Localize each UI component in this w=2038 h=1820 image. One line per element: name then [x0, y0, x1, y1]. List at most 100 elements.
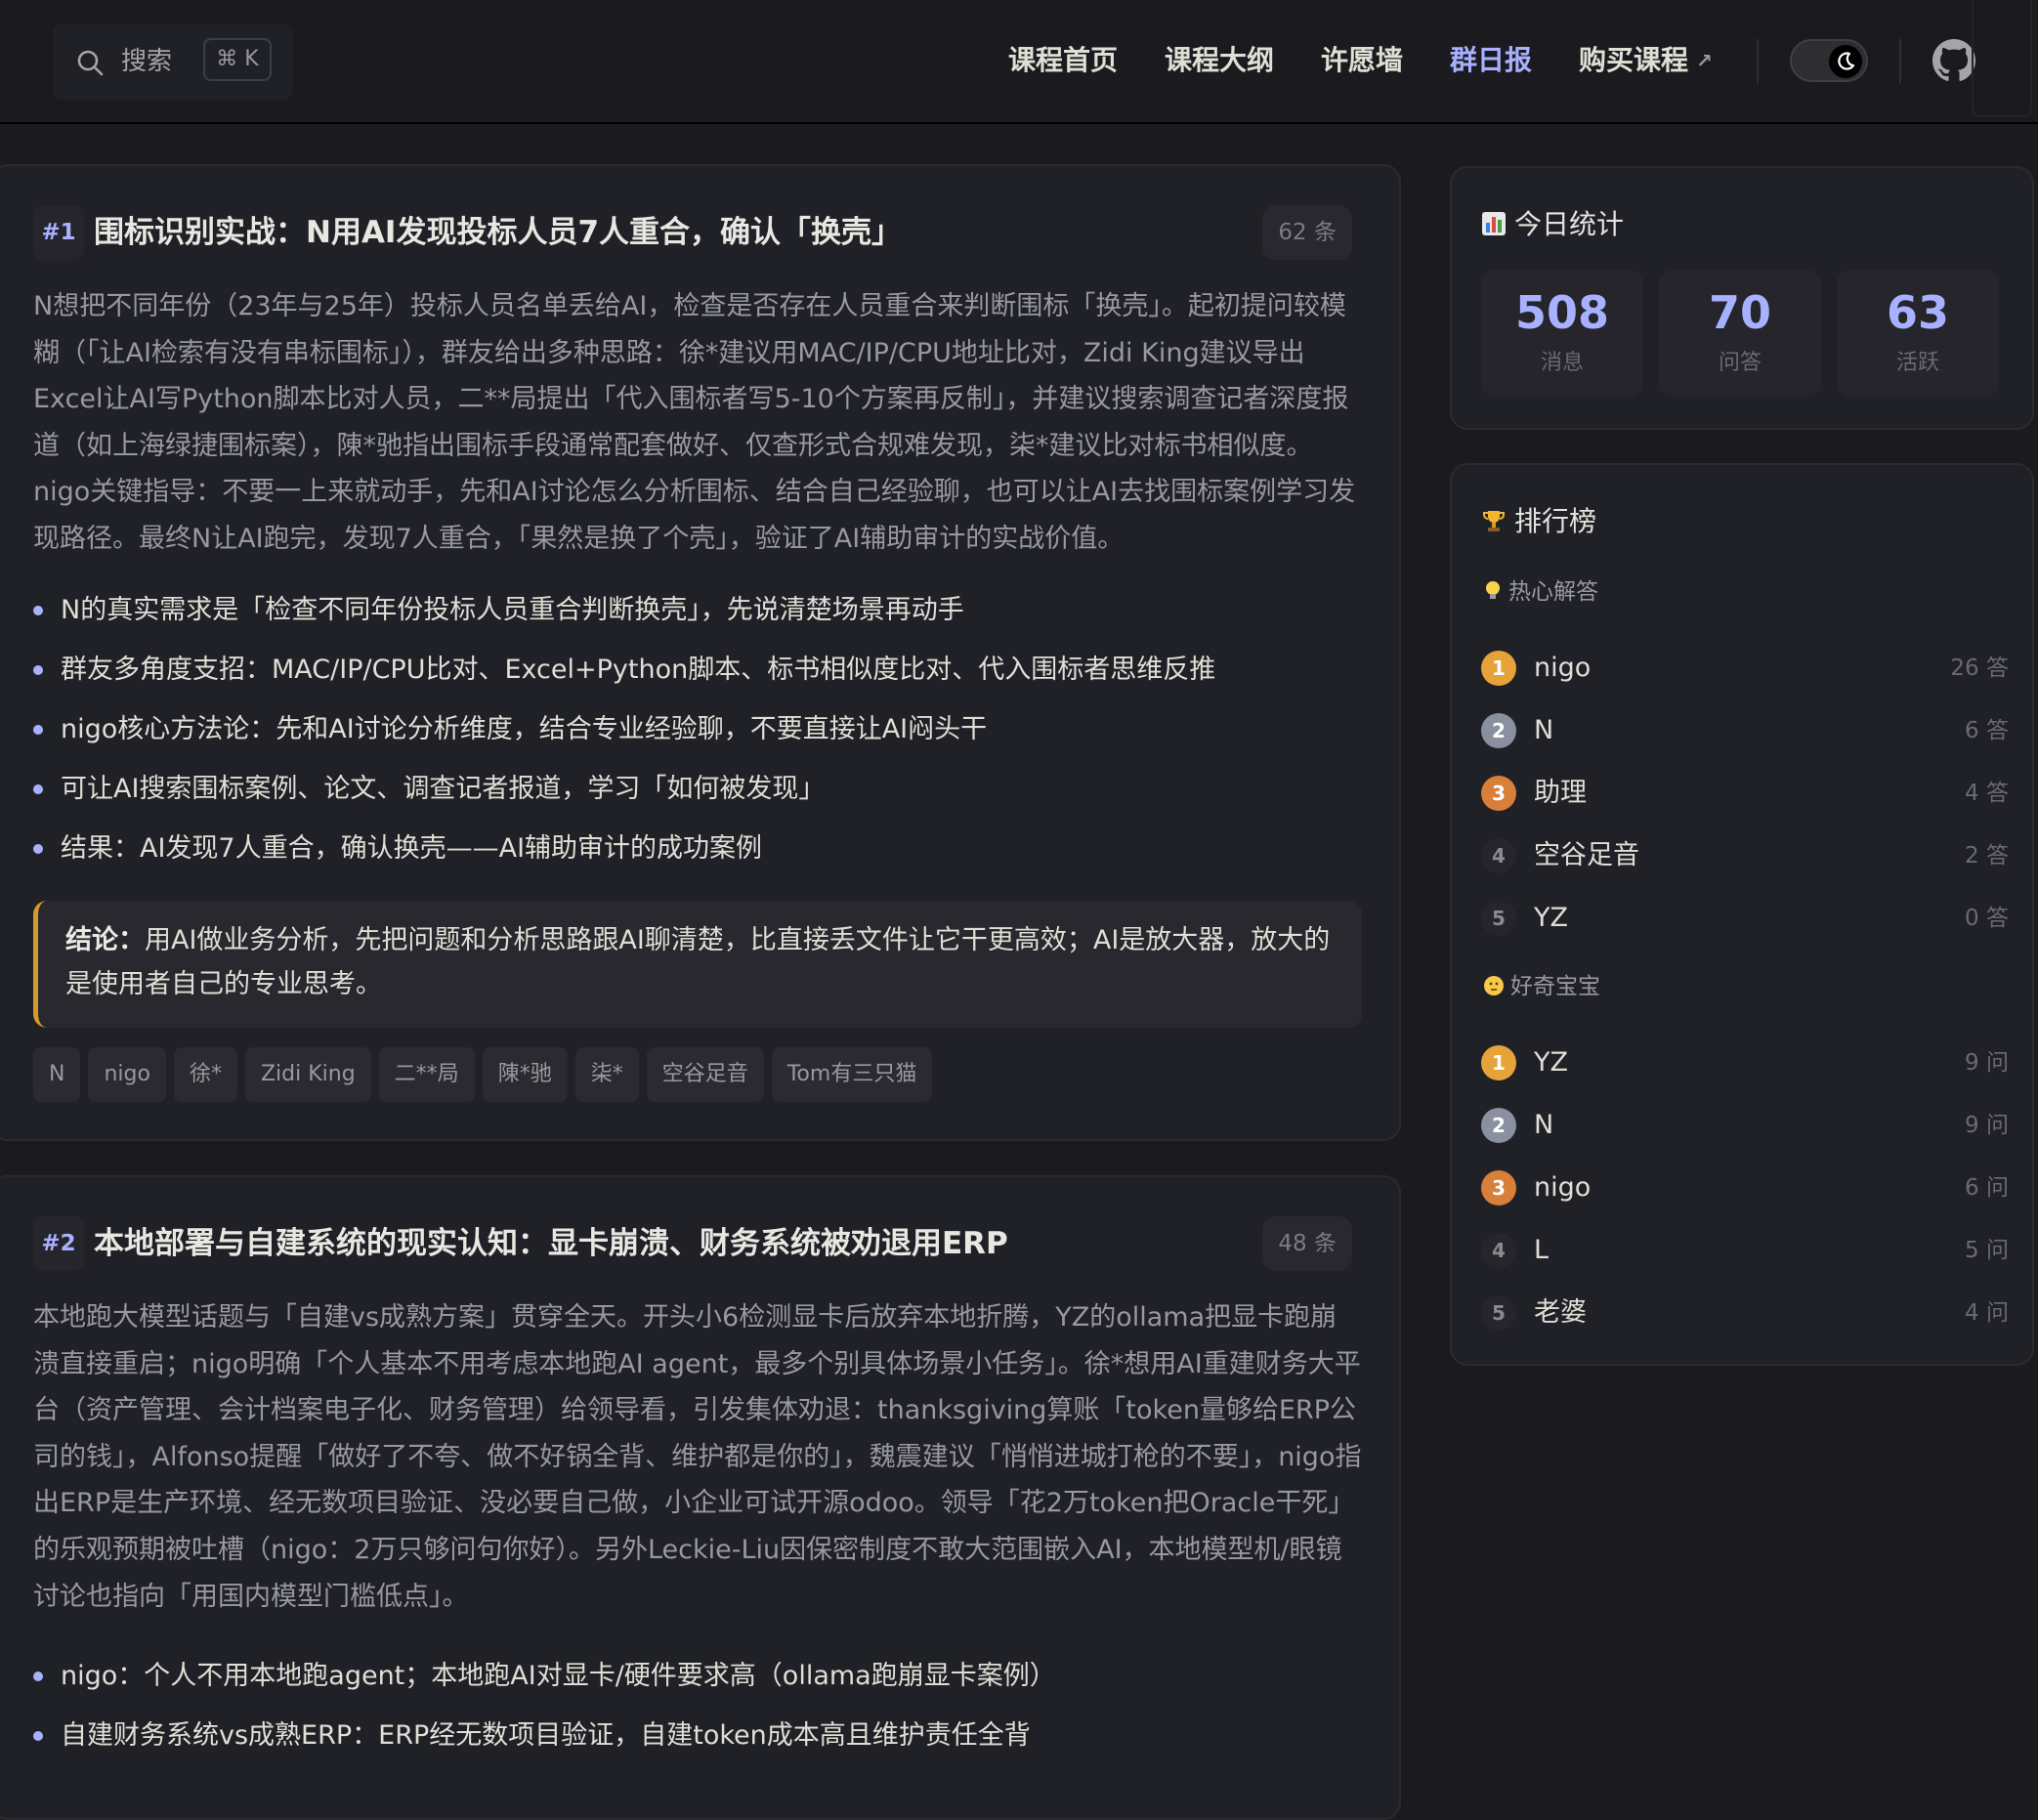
rank-name: YZ — [1534, 1047, 1568, 1078]
leaderboard-row[interactable]: 1 YZ 9 问 — [1481, 1032, 2009, 1094]
rank-name: nigo — [1534, 1172, 1592, 1203]
key-points: nigo：个人不用本地跑agent；本地跑AI对显卡/硬件要求高（ollama跑… — [33, 1646, 1362, 1765]
conclusion-label: 结论： — [65, 925, 145, 955]
key-points: N的真实需求是「检查不同年份投标人员重合判断换壳」，先说清楚场景再动手 群友多角… — [33, 580, 1362, 878]
rank-badge: #1 — [33, 205, 84, 260]
stat-qa: 70 问答 — [1659, 270, 1821, 397]
key-point: 自建财务系统vs成熟ERP：ERP经无数项目验证，自建token成本高且维护责任… — [33, 1706, 1362, 1765]
bullet-dot — [33, 1672, 43, 1681]
rank-name: YZ — [1534, 903, 1568, 933]
rank-count: 5 问 — [1965, 1238, 2009, 1263]
leaderboard-row[interactable]: 4 空谷足音 2 答 — [1481, 825, 2009, 887]
rank-number: 4 — [1481, 838, 1516, 873]
rank-badge: #2 — [33, 1216, 84, 1271]
report-title: 本地部署与自建系统的现实认知：显卡崩溃、财务系统被劝退用ERP — [94, 1226, 1008, 1261]
moon-icon — [1838, 52, 1855, 70]
leaderboard-title-text: 排行榜 — [1514, 505, 1597, 537]
key-point-text: 可让AI搜索围标案例、论文、调查记者报道，学习「如何被发现」 — [61, 774, 826, 804]
rank-number: 3 — [1481, 776, 1516, 811]
leaderboard-row[interactable]: 4 L 5 问 — [1481, 1219, 2009, 1282]
key-point-text: nigo：个人不用本地跑agent；本地跑AI对显卡/硬件要求高（ollama跑… — [61, 1661, 1056, 1691]
thinking-face-icon — [1484, 976, 1504, 995]
bullet-dot — [33, 844, 43, 854]
leaderboard-row[interactable]: 5 YZ 0 答 — [1481, 887, 2009, 950]
key-point-text: 群友多角度支招：MAC/IP/CPU比对、Excel+Python脚本、标书相似… — [61, 655, 1216, 685]
rank-number: 4 — [1481, 1233, 1516, 1268]
group-title-text: 好奇宝宝 — [1510, 974, 1600, 999]
group-title-text: 热心解答 — [1508, 579, 1598, 605]
leaderboard-row[interactable]: 5 老婆 4 问 — [1481, 1282, 2009, 1344]
key-point: 可让AI搜索围标案例、论文、调查记者报道，学习「如何被发现」 — [33, 759, 1362, 819]
stats-title: 今日统计 — [1481, 205, 1624, 244]
participant-tag[interactable]: 柒* — [574, 1047, 639, 1102]
stat-label: 问答 — [1718, 351, 1762, 375]
stats-title-text: 今日统计 — [1514, 208, 1625, 240]
rank-number: 2 — [1481, 1108, 1516, 1143]
theme-knob — [1829, 45, 1862, 78]
rank-count: 4 问 — [1965, 1300, 2009, 1326]
group-title-curious: 好奇宝宝 — [1483, 969, 1600, 1004]
participant-tag[interactable]: 二**局 — [378, 1047, 475, 1102]
search-shortcut: ⌘ K — [203, 38, 272, 81]
stat-label: 活跃 — [1895, 351, 1939, 375]
leaderboard-panel: 排行榜 热心解答 1 nigo 26 答 2 N 6 答 3 助理 4 答 4 … — [1450, 463, 2034, 1366]
key-point-text: N的真实需求是「检查不同年份投标人员重合判断换壳」，先说清楚场景再动手 — [61, 595, 964, 625]
search-icon — [77, 50, 104, 76]
participant-tag[interactable]: Tom有三只猫 — [771, 1047, 933, 1102]
leaderboard-row[interactable]: 3 nigo 6 问 — [1481, 1157, 2009, 1219]
rank-name: N — [1534, 715, 1554, 745]
message-count: 62 条 — [1262, 205, 1352, 260]
rank-name: 空谷足音 — [1534, 840, 1639, 870]
nav-item-daily-report[interactable]: 群日报 — [1450, 37, 1532, 84]
nav-item-wish-wall[interactable]: 许愿墙 — [1321, 37, 1403, 84]
rank-name: 老婆 — [1534, 1297, 1587, 1328]
stat-value: 70 — [1708, 286, 1771, 339]
theme-toggle[interactable] — [1790, 39, 1868, 82]
participant-tag[interactable]: N — [33, 1047, 81, 1102]
leaderboard-title: 排行榜 — [1481, 502, 1596, 541]
github-icon[interactable] — [1932, 39, 1975, 82]
top-nav: 搜索 ⌘ K 课程首页 课程大纲 许愿墙 群日报 购买课程 ↗ — [0, 0, 2038, 124]
rank-count: 9 问 — [1965, 1050, 2009, 1076]
participant-tag[interactable]: 徐* — [173, 1047, 237, 1102]
nav-item-course-home[interactable]: 课程首页 — [1008, 37, 1118, 84]
rank-count: 6 问 — [1965, 1175, 2009, 1201]
participant-tag[interactable]: Zidi King — [244, 1047, 371, 1102]
search-button[interactable]: 搜索 ⌘ K — [53, 23, 293, 100]
stat-messages: 508 消息 — [1481, 270, 1643, 397]
conclusion-text: 用AI做业务分析，先把问题和分析思路跟AI聊清楚，比直接丢文件让它干更高效；AI… — [65, 925, 1331, 999]
rank-number: 3 — [1481, 1170, 1516, 1206]
nav-item-syllabus[interactable]: 课程大纲 — [1165, 37, 1274, 84]
rank-name: N — [1534, 1110, 1554, 1140]
rank-count: 0 答 — [1965, 906, 2009, 931]
leaderboard-row[interactable]: 1 nigo 26 答 — [1481, 637, 2009, 699]
nav-item-buy-course[interactable]: 购买课程 ↗ — [1579, 37, 1713, 84]
bullet-dot — [33, 725, 43, 735]
leaderboard-row[interactable]: 2 N 9 问 — [1481, 1094, 2009, 1157]
rank-count: 6 答 — [1965, 718, 2009, 743]
report-summary: 本地跑大模型话题与「自建vs成熟方案」贯穿全天。开头小6检测显卡后放弃本地折腾，… — [33, 1302, 1362, 1612]
rank-count: 26 答 — [1950, 656, 2009, 681]
report-summary: N想把不同年份（23年与25年）投标人员名单丢给AI，检查是否存在人员重合来判断… — [33, 291, 1356, 554]
rank-name: 助理 — [1534, 778, 1587, 808]
rank-count: 4 答 — [1965, 781, 2009, 806]
stat-active: 63 活跃 — [1837, 270, 1999, 397]
nav-corner — [1972, 0, 2032, 117]
key-point-text: 自建财务系统vs成熟ERP：ERP经无数项目验证，自建token成本高且维护责任… — [61, 1720, 1031, 1751]
bullet-dot — [33, 1731, 43, 1741]
participant-tag[interactable]: 空谷足音 — [646, 1047, 764, 1102]
leaderboard-row[interactable]: 3 助理 4 答 — [1481, 762, 2009, 825]
rank-count: 9 问 — [1965, 1113, 2009, 1138]
participant-tag[interactable]: nigo — [88, 1047, 166, 1102]
participant-tags: N nigo 徐* Zidi King 二**局 陳*驰 柒* 空谷足音 Tom… — [33, 1047, 933, 1102]
rank-count: 2 答 — [1965, 843, 2009, 868]
rank-number: 2 — [1481, 713, 1516, 748]
leaderboard-row[interactable]: 2 N 6 答 — [1481, 699, 2009, 762]
rank-number: 5 — [1481, 901, 1516, 936]
bullet-dot — [33, 665, 43, 675]
participant-tag[interactable]: 陳*驰 — [482, 1047, 568, 1102]
nav-divider — [1757, 39, 1759, 84]
rank-number: 1 — [1481, 1045, 1516, 1080]
report-header: #2 本地部署与自建系统的现实认知：显卡崩溃、财务系统被劝退用ERP 48 条 — [33, 1216, 1352, 1271]
key-point-text: 结果：AI发现7人重合，确认换壳——AI辅助审计的成功案例 — [61, 833, 763, 864]
